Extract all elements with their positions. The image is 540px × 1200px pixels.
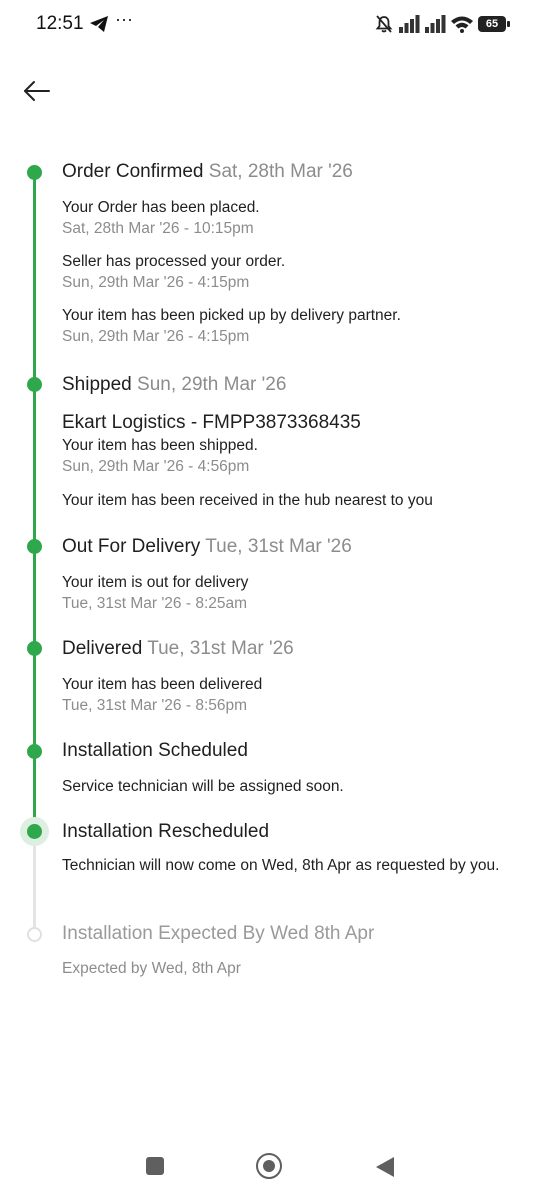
- stage-shipped: Shipped Sun, 29th Mar '26 Ekart Logistic…: [62, 374, 510, 511]
- stage-title: Shipped Sun, 29th Mar '26: [62, 374, 510, 396]
- back-arrow-icon: [24, 81, 50, 101]
- event-time: Tue, 31st Mar '26 - 8:25am: [62, 595, 248, 612]
- stage-name: Installation Rescheduled: [62, 821, 270, 842]
- stage-date: Sat, 28th Mar '26: [208, 161, 353, 182]
- stage-name: Installation Expected By Wed 8th Apr: [62, 923, 375, 944]
- mute-icon: [375, 15, 393, 33]
- timeline-dot-delivered: [27, 641, 42, 656]
- stage-title: Installation Expected By Wed 8th Apr: [62, 923, 510, 945]
- stage-order-confirmed: Order Confirmed Sat, 28th Mar '26 Your O…: [62, 161, 510, 348]
- timeline-dot-installation-scheduled: [27, 744, 42, 759]
- stage-title: Installation Scheduled: [62, 740, 510, 762]
- event-text: Service technician will be assigned soon…: [62, 778, 344, 795]
- stage-date: Tue, 31st Mar '26: [147, 638, 294, 659]
- event-time: Sun, 29th Mar '26 - 4:15pm: [62, 328, 250, 345]
- system-nav-bar: [0, 1140, 540, 1200]
- event-time: Tue, 31st Mar '26 - 8:56pm: [62, 697, 248, 714]
- status-time: 12:51: [36, 13, 84, 34]
- stage-title: Out For Delivery Tue, 31st Mar '26: [62, 536, 510, 558]
- timeline-dot-order-confirmed: [27, 165, 42, 180]
- stage-name: Shipped: [62, 374, 132, 395]
- telegram-icon: [90, 16, 108, 32]
- timeline-event: Your item has been picked up by delivery…: [62, 305, 510, 348]
- timeline-event: Expected by Wed, 8th Apr: [62, 958, 510, 979]
- signal-icon: [399, 15, 420, 33]
- event-text: Your Order has been placed.: [62, 199, 260, 216]
- event-text: Seller has processed your order.: [62, 253, 286, 270]
- stage-name: Out For Delivery: [62, 536, 201, 557]
- event-text: Technician will now come on Wed, 8th Apr…: [62, 857, 500, 874]
- stage-delivered: Delivered Tue, 31st Mar '26 Your item ha…: [62, 638, 510, 717]
- timeline-event: Your item has been shipped. Sun, 29th Ma…: [62, 435, 510, 478]
- stage-installation-expected: Installation Expected By Wed 8th Apr Exp…: [62, 923, 510, 979]
- stage-installation-scheduled: Installation Scheduled Service technicia…: [62, 740, 510, 797]
- stage-installation-rescheduled: Installation Rescheduled Technician will…: [62, 821, 510, 876]
- wifi-icon: [451, 16, 473, 33]
- battery-level: 65: [485, 18, 499, 30]
- stage-name: Order Confirmed: [62, 161, 204, 182]
- battery-icon: 65: [478, 15, 510, 33]
- tracking-info: Ekart Logistics - FMPP3873368435: [62, 412, 361, 433]
- back-button[interactable]: [20, 74, 54, 108]
- status-icons: 65: [374, 12, 510, 36]
- timeline-event: Your item is out for delivery Tue, 31st …: [62, 572, 510, 615]
- timeline-dot-installation-expected: [27, 927, 42, 942]
- timeline-event: Your Order has been placed. Sat, 28th Ma…: [62, 197, 510, 240]
- stage-title: Order Confirmed Sat, 28th Mar '26: [62, 161, 510, 183]
- event-text: Expected by Wed, 8th Apr: [62, 960, 241, 977]
- stage-title: Delivered Tue, 31st Mar '26: [62, 638, 510, 660]
- stage-out-for-delivery: Out For Delivery Tue, 31st Mar '26 Your …: [62, 536, 510, 615]
- back-triangle-icon[interactable]: [376, 1157, 394, 1177]
- stage-title: Installation Rescheduled: [62, 821, 510, 843]
- timeline-line-pending: [33, 832, 36, 932]
- status-bar: 12:51 ··· 65: [0, 0, 540, 50]
- event-time: Sun, 29th Mar '26 - 4:15pm: [62, 274, 250, 291]
- timeline-event: Your item has been received in the hub n…: [62, 490, 510, 511]
- event-text: Your item has been delivered: [62, 676, 263, 693]
- stage-name: Installation Scheduled: [62, 740, 248, 761]
- signal-icon: [425, 15, 446, 33]
- stage-date: Sun, 29th Mar '26: [137, 374, 287, 395]
- event-time: Sat, 28th Mar '26 - 10:15pm: [62, 220, 254, 237]
- timeline-dot-out-for-delivery: [27, 539, 42, 554]
- event-text: Your item is out for delivery: [62, 574, 249, 591]
- stage-date: Tue, 31st Mar '26: [205, 536, 352, 557]
- timeline-event: Your item has been delivered Tue, 31st M…: [62, 674, 510, 717]
- timeline-event: Technician will now come on Wed, 8th Apr…: [62, 855, 502, 876]
- event-text: Your item has been picked up by delivery…: [62, 307, 401, 324]
- timeline-event: Seller has processed your order. Sun, 29…: [62, 251, 510, 294]
- timeline-event: Service technician will be assigned soon…: [62, 776, 510, 797]
- home-circle-icon[interactable]: [256, 1153, 282, 1179]
- timeline-dot-shipped: [27, 377, 42, 392]
- event-time: Sun, 29th Mar '26 - 4:56pm: [62, 458, 250, 475]
- more-dots-icon: ···: [115, 9, 133, 29]
- event-text: Your item has been shipped.: [62, 437, 258, 454]
- timeline-line-completed: [33, 172, 36, 832]
- timeline-dot-installation-rescheduled: [27, 824, 42, 839]
- recents-square-icon[interactable]: [146, 1157, 164, 1175]
- stage-name: Delivered: [62, 638, 143, 659]
- event-text: Your item has been received in the hub n…: [62, 492, 433, 509]
